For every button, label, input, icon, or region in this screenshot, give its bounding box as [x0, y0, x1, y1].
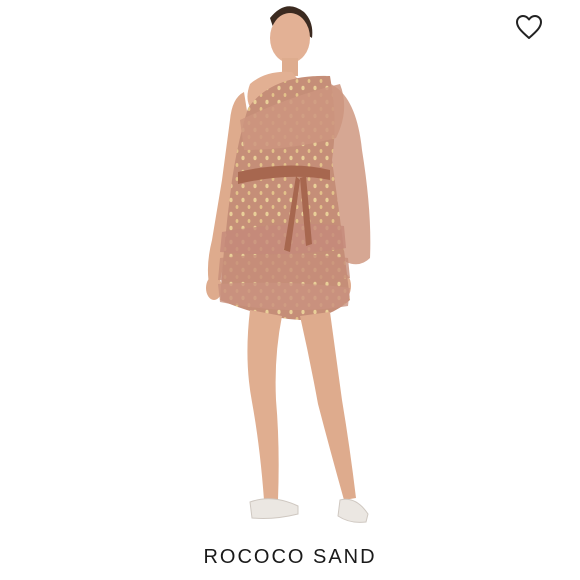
- like-button[interactable]: [512, 10, 546, 44]
- model-head: [270, 13, 310, 63]
- model-right-leg: [300, 312, 356, 500]
- left-sandal: [249, 498, 299, 519]
- dress-ruffle-2: [218, 254, 350, 283]
- right-sandal: [337, 498, 369, 523]
- heart-outline-icon: [516, 15, 542, 39]
- product-title: ROCOCO SAND: [203, 546, 377, 568]
- product-photo[interactable]: [0, 0, 580, 580]
- model-left-leg: [247, 310, 282, 500]
- listing-card: ROCOCO SAND: [0, 0, 580, 580]
